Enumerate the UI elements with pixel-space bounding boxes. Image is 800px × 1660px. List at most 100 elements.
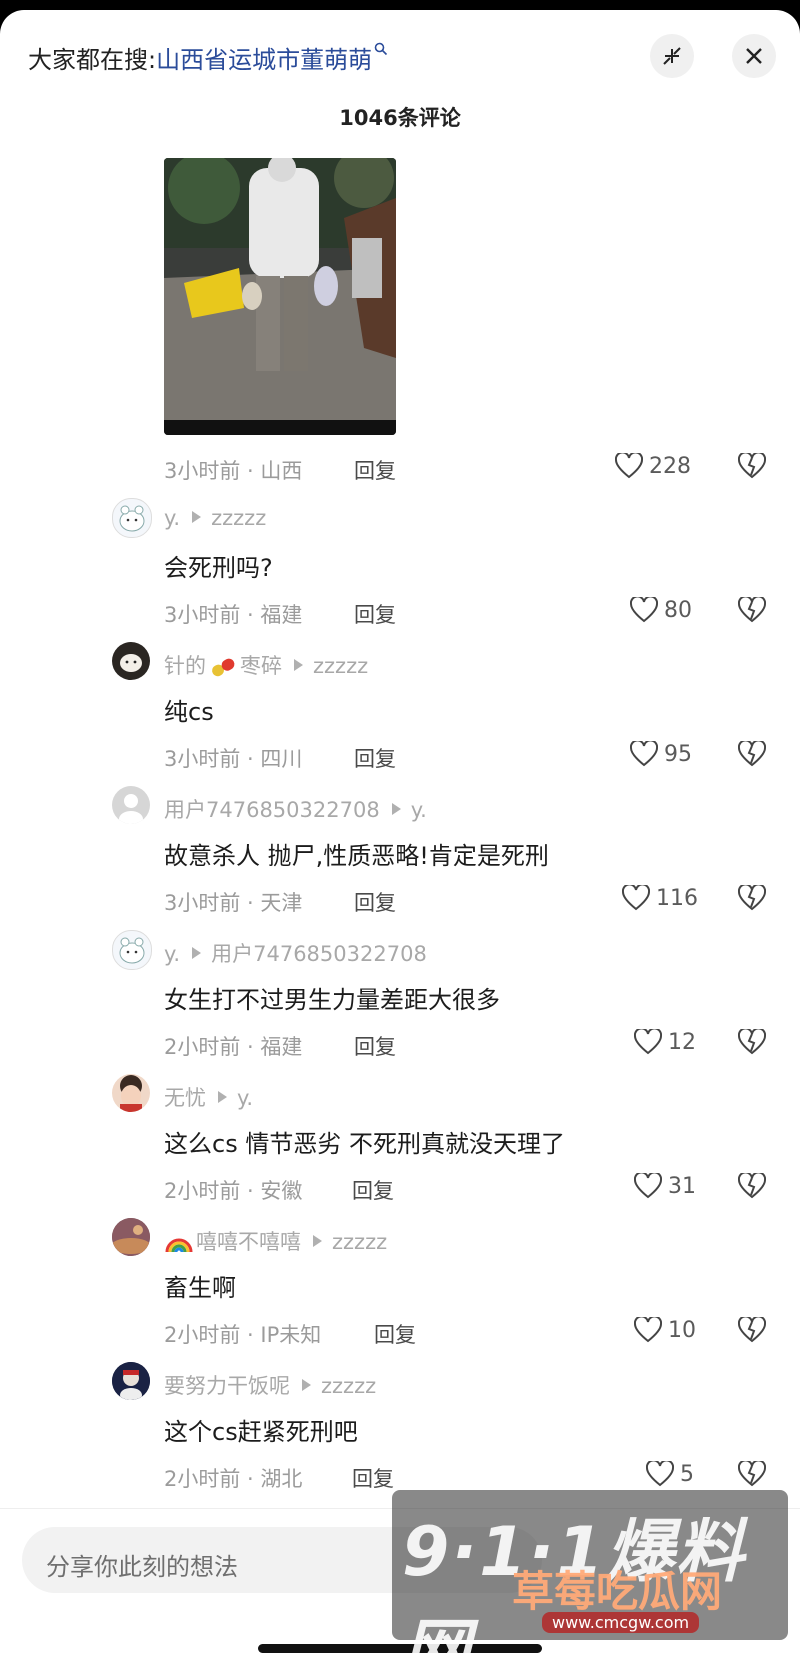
like-button[interactable]: 10 bbox=[634, 1317, 696, 1343]
close-icon bbox=[746, 48, 762, 64]
reply-to-username[interactable]: y. bbox=[411, 798, 427, 822]
avatar[interactable] bbox=[112, 1074, 150, 1112]
like-count: 80 bbox=[664, 597, 692, 623]
username-suffix[interactable]: 枣碎 bbox=[240, 654, 282, 678]
close-button[interactable] bbox=[732, 34, 776, 78]
cartoon-avatar-image bbox=[119, 937, 145, 964]
username-prefix[interactable]: 针的 bbox=[164, 654, 206, 678]
comment-input-placeholder: 分享你此刻的想法 bbox=[46, 1553, 238, 1581]
search-prefix-label: 大家都在搜: bbox=[28, 46, 157, 74]
reply-button[interactable]: 回复 bbox=[354, 599, 396, 629]
triangle-arrow-icon bbox=[302, 1379, 311, 1391]
reply-button[interactable]: 回复 bbox=[374, 1319, 416, 1349]
profile-photo bbox=[120, 1075, 142, 1112]
comment-text: 畜生啊 bbox=[164, 1274, 236, 1302]
heart-icon bbox=[615, 453, 643, 479]
reply-button[interactable]: 回复 bbox=[352, 1175, 394, 1205]
comment-author[interactable]: y. 用户7476850322708 bbox=[164, 938, 427, 968]
like-button[interactable]: 31 bbox=[634, 1173, 696, 1199]
comment-author[interactable]: 嘻嘻不嘻嘻 zzzzz bbox=[164, 1226, 387, 1256]
reply-to-username[interactable]: zzzzz bbox=[211, 506, 266, 530]
like-button[interactable]: 95 bbox=[630, 741, 692, 767]
heart-icon bbox=[634, 1029, 662, 1055]
heart-icon bbox=[630, 741, 658, 767]
broken-heart-icon bbox=[737, 739, 767, 767]
broken-heart-icon bbox=[737, 451, 767, 479]
comment-meta: 2小时前 · IP未知 bbox=[164, 1323, 322, 1347]
username[interactable]: y. bbox=[164, 942, 180, 966]
username[interactable]: 要努力干饭呢 bbox=[164, 1374, 290, 1398]
like-button[interactable]: 80 bbox=[630, 597, 692, 623]
watermark-logo: 9·1·1爆料网 草莓吃瓜网 www.cmcgw.com bbox=[392, 1490, 788, 1660]
avatar[interactable] bbox=[112, 786, 150, 824]
avatar[interactable] bbox=[112, 1362, 150, 1400]
rainbow-emoji bbox=[165, 1238, 193, 1253]
like-button[interactable]: 12 bbox=[634, 1029, 696, 1055]
username[interactable]: y. bbox=[164, 506, 180, 530]
profile-photo bbox=[112, 1362, 150, 1400]
triangle-arrow-icon bbox=[192, 947, 202, 959]
comment-author[interactable]: y. zzzzz bbox=[164, 506, 266, 530]
broken-heart-icon bbox=[737, 595, 767, 623]
like-count: 31 bbox=[668, 1173, 696, 1199]
like-count: 5 bbox=[680, 1461, 694, 1487]
avatar[interactable] bbox=[112, 930, 152, 970]
broken-heart-icon bbox=[737, 1171, 767, 1199]
reply-to-username[interactable]: zzzzz bbox=[313, 654, 368, 678]
watermark-url: www.cmcgw.com bbox=[542, 1612, 700, 1633]
comment-meta: 3小时前 · 天津 bbox=[164, 891, 303, 915]
collapse-button[interactable] bbox=[650, 34, 694, 78]
dislike-button[interactable] bbox=[737, 1315, 767, 1347]
like-button[interactable]: 5 bbox=[646, 1461, 694, 1487]
dislike-button[interactable] bbox=[737, 1459, 767, 1491]
comment-video-thumbnail[interactable] bbox=[164, 158, 396, 435]
triangle-arrow-icon bbox=[218, 1091, 227, 1103]
trending-search[interactable]: 大家都在搜:山西省运城市董萌萌 bbox=[28, 40, 388, 75]
broken-heart-icon bbox=[737, 883, 767, 911]
comment-count: 1046条评论 bbox=[339, 106, 461, 130]
comments-sheet: 大家都在搜:山西省运城市董萌萌 1046条评论 3小时前 · 山西 回复 228… bbox=[0, 10, 800, 1660]
dislike-button[interactable] bbox=[737, 1027, 767, 1059]
avatar[interactable] bbox=[112, 498, 152, 538]
broken-heart-icon bbox=[737, 1027, 767, 1055]
search-icon[interactable] bbox=[374, 42, 388, 56]
reply-to-username[interactable]: y. bbox=[237, 1086, 253, 1110]
reply-button[interactable]: 回复 bbox=[354, 455, 396, 485]
watermark-subtitle: 草莓吃瓜网 bbox=[512, 1567, 723, 1616]
avatar[interactable] bbox=[112, 1218, 150, 1256]
like-count: 10 bbox=[668, 1317, 696, 1343]
heart-icon bbox=[630, 597, 658, 623]
reply-to-username[interactable]: zzzzz bbox=[321, 1374, 376, 1398]
cartoon-avatar-image bbox=[119, 505, 145, 532]
comment-author[interactable]: 要努力干饭呢 zzzzz bbox=[164, 1370, 376, 1400]
reply-button[interactable]: 回复 bbox=[354, 743, 396, 773]
reply-button[interactable]: 回复 bbox=[354, 887, 396, 917]
like-button[interactable]: 116 bbox=[622, 885, 698, 911]
comment-author[interactable]: 无忧 y. bbox=[164, 1082, 253, 1112]
like-button[interactable]: 228 bbox=[615, 453, 691, 479]
search-term-link[interactable]: 山西省运城市董萌萌 bbox=[156, 46, 372, 74]
reply-button[interactable]: 回复 bbox=[354, 1031, 396, 1061]
dislike-button[interactable] bbox=[737, 883, 767, 915]
broken-heart-icon bbox=[737, 1315, 767, 1343]
reply-to-username[interactable]: 用户7476850322708 bbox=[211, 942, 427, 966]
username[interactable]: 用户7476850322708 bbox=[164, 798, 380, 822]
username[interactable]: 无忧 bbox=[164, 1086, 206, 1110]
comment-author[interactable]: 用户7476850322708 y. bbox=[164, 794, 427, 824]
triangle-arrow-icon bbox=[313, 1235, 322, 1247]
reply-button[interactable]: 回复 bbox=[352, 1463, 394, 1493]
video-frame-image bbox=[164, 158, 396, 435]
username[interactable]: 嘻嘻不嘻嘻 bbox=[196, 1230, 301, 1254]
comment-meta: 3小时前 · 福建 bbox=[164, 603, 303, 627]
heart-icon bbox=[646, 1461, 674, 1487]
reply-to-username[interactable]: zzzzz bbox=[332, 1230, 387, 1254]
avatar[interactable] bbox=[112, 642, 150, 680]
dislike-button[interactable] bbox=[737, 1171, 767, 1203]
comment-meta: 2小时前 · 福建 bbox=[164, 1035, 303, 1059]
dislike-button[interactable] bbox=[737, 595, 767, 627]
pill-emoji bbox=[212, 658, 235, 677]
comment-meta: 2小时前 · 湖北 bbox=[164, 1467, 303, 1491]
comment-author[interactable]: 针的 枣碎 zzzzz bbox=[164, 650, 368, 680]
dislike-button[interactable] bbox=[737, 739, 767, 771]
dislike-button[interactable] bbox=[737, 451, 767, 483]
